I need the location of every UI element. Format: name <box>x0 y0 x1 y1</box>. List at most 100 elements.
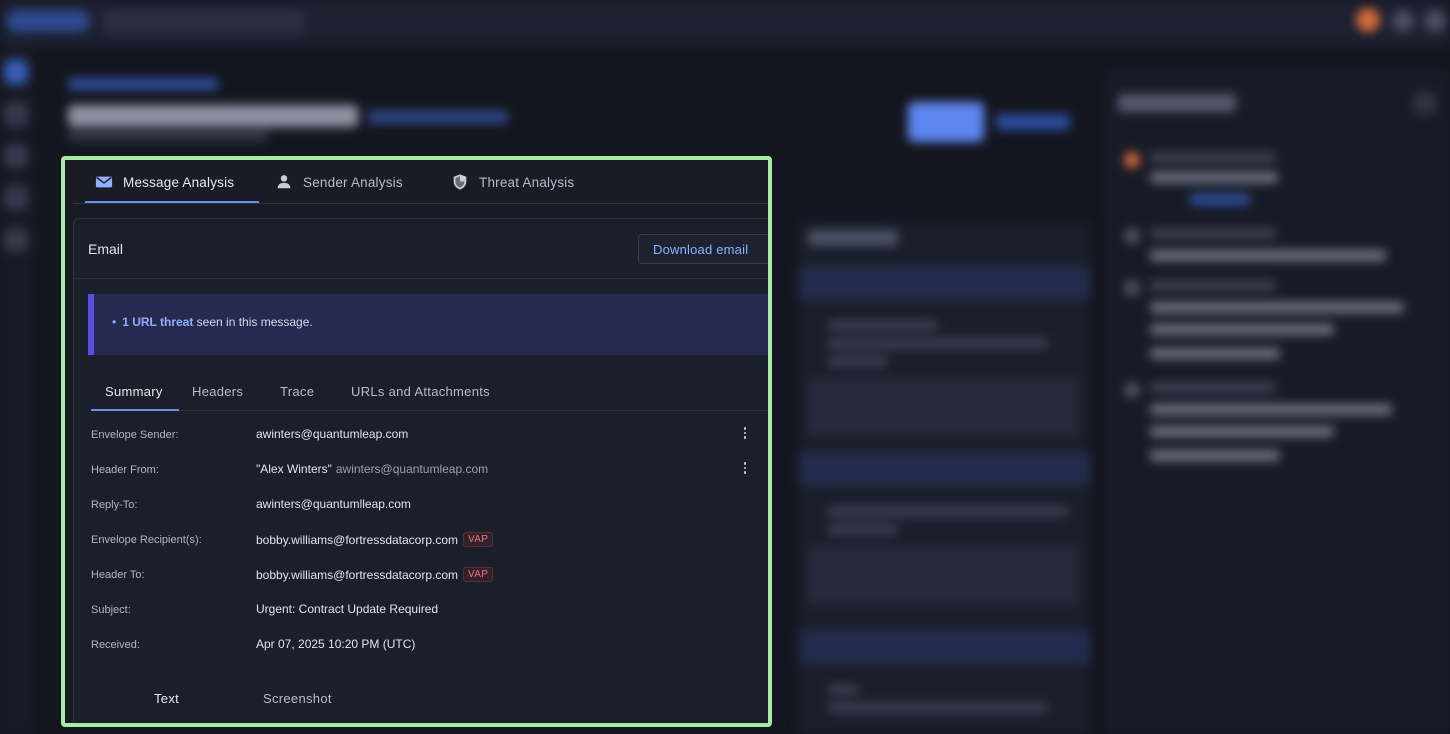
tab-sender-analysis[interactable]: Sender Analysis <box>275 160 403 204</box>
envelope-recipient-value: bobby.williams@fortressdatacorp.com <box>256 532 459 547</box>
message-history-heading <box>1118 94 1236 112</box>
envelope-sender-value: awinters@quantumleap.com <box>256 427 409 441</box>
timeline-dot <box>1124 152 1140 168</box>
tab-message-analysis[interactable]: Message Analysis <box>95 160 234 204</box>
download-email-button[interactable]: Download email <box>638 234 768 264</box>
threat-alert-text: • 1 URL threat seen in this message. <box>112 315 313 329</box>
timeline-line <box>1150 348 1280 359</box>
analysis-tabs: Message Analysis Sender Analysis Threat … <box>73 160 768 204</box>
breadcrumb[interactable] <box>68 78 218 90</box>
actions-dropdown-button[interactable] <box>996 114 1070 130</box>
timeline-line <box>1150 172 1278 183</box>
row-value: Urgent: Contract Update Required <box>256 602 438 616</box>
insight-section-header[interactable] <box>800 630 1090 664</box>
timeline-dot <box>1124 280 1140 296</box>
summary-row-envelope-recipients: Envelope Recipient(s): bobby.williams@fo… <box>74 526 768 556</box>
insight-line <box>828 356 888 367</box>
timeline-line <box>1150 280 1276 291</box>
top-bar <box>0 0 1450 46</box>
insight-line <box>828 524 898 535</box>
active-tab-indicator <box>85 201 259 203</box>
row-value: Apr 07, 2025 10:20 PM (UTC) <box>256 637 415 651</box>
nav-messages-icon[interactable] <box>4 102 28 126</box>
subject-value: Urgent: Contract Update Required <box>256 602 439 616</box>
vap-badge: VAP <box>463 532 494 547</box>
timeline-dot <box>1124 228 1140 244</box>
timeline-line <box>1150 152 1276 163</box>
email-card-header: Email Download email <box>74 219 768 279</box>
settings-icon[interactable] <box>1424 10 1446 32</box>
insight-section-header[interactable] <box>800 266 1090 300</box>
row-label: Reply-To: <box>91 499 138 511</box>
page-title <box>68 105 358 127</box>
subtab-urls-attachments[interactable]: URLs and Attachments <box>351 371 490 411</box>
nav-threats-icon[interactable] <box>4 144 28 168</box>
summary-row-header-from: Header From: "Alex Winters" awinters@qua… <box>74 456 768 486</box>
brand-logo <box>6 10 90 32</box>
insight-box <box>808 546 1078 604</box>
row-value: awinters@quantumlleap.com <box>256 497 411 511</box>
row-label: Envelope Recipient(s): <box>91 534 202 546</box>
row-label: Header To: <box>91 569 145 581</box>
url-threat-link[interactable]: 1 URL threat <box>122 315 193 329</box>
nav-home-icon[interactable] <box>4 60 28 84</box>
insight-line <box>828 320 938 331</box>
row-label: Header From: <box>91 464 159 476</box>
row-label: Received: <box>91 639 140 651</box>
detail-subtabs: Summary Headers Trace URLs and Attachmen… <box>91 371 768 411</box>
timeline-line <box>1150 228 1276 239</box>
insight-section-header[interactable] <box>800 452 1090 486</box>
row-label: Subject: <box>91 604 131 616</box>
row-value: bobby.williams@fortressdatacorp.com VAP <box>256 567 494 582</box>
timeline-line <box>1150 426 1334 437</box>
tab-text[interactable]: Text <box>154 684 179 712</box>
row-value: bobby.williams@fortressdatacorp.com VAP <box>256 532 494 547</box>
workspace-selector[interactable] <box>104 10 304 34</box>
insight-box <box>808 378 1078 436</box>
left-nav-rail <box>0 46 34 734</box>
summary-row-subject: Subject: Urgent: Contract Update Require… <box>74 596 768 626</box>
summary-row-envelope-sender: Envelope Sender: awinters@quantumleap.co… <box>74 421 768 451</box>
subtab-trace[interactable]: Trace <box>280 371 314 411</box>
title-tag <box>368 110 508 124</box>
header-to-value: bobby.williams@fortressdatacorp.com <box>256 567 459 582</box>
nav-search-icon[interactable] <box>4 186 28 210</box>
timeline-line <box>1150 382 1276 393</box>
more-options-icon[interactable] <box>740 424 750 442</box>
tab-screenshot[interactable]: Screenshot <box>263 684 332 712</box>
insight-line <box>828 684 858 695</box>
insights-heading <box>808 230 898 246</box>
bullet-icon: • <box>112 315 117 329</box>
row-value: awinters@quantumleap.com <box>256 427 408 441</box>
received-value: Apr 07, 2025 10:20 PM (UTC) <box>256 637 416 651</box>
help-icon[interactable] <box>1392 10 1414 32</box>
threat-alert: • 1 URL threat seen in this message. <box>88 294 768 355</box>
timeline-line <box>1150 302 1404 313</box>
message-history-panel <box>1105 70 1450 734</box>
subtab-headers[interactable]: Headers <box>192 371 243 411</box>
envelope-icon <box>95 176 113 188</box>
vap-badge: VAP <box>463 567 494 582</box>
alert-message: seen in this message. <box>193 315 313 329</box>
row-value: "Alex Winters" awinters@quantumleap.com <box>256 462 488 476</box>
header-from-name: "Alex Winters" <box>256 462 332 476</box>
primary-action-button[interactable] <box>908 102 984 142</box>
person-icon <box>277 175 291 189</box>
timeline-line <box>1150 404 1392 415</box>
more-options-icon[interactable] <box>740 459 750 477</box>
nav-reports-icon[interactable] <box>4 228 28 252</box>
user-avatar[interactable] <box>1356 8 1380 32</box>
reply-to-value: awinters@quantumlleap.com <box>256 497 411 511</box>
close-panel-icon[interactable] <box>1414 92 1436 114</box>
content-view-tabs: Text Screenshot <box>74 684 768 723</box>
subtab-summary[interactable]: Summary <box>105 371 163 411</box>
timeline-line <box>1190 194 1250 205</box>
tab-threat-analysis[interactable]: Threat Analysis <box>451 160 574 204</box>
row-label: Envelope Sender: <box>91 429 179 441</box>
tab-label: Sender Analysis <box>303 174 403 190</box>
insight-line <box>828 702 1048 713</box>
header-from-email: awinters@quantumleap.com <box>335 462 489 476</box>
page-subtitle <box>68 131 268 141</box>
summary-row-received: Received: Apr 07, 2025 10:20 PM (UTC) <box>74 631 768 661</box>
tab-label: Threat Analysis <box>479 174 575 190</box>
